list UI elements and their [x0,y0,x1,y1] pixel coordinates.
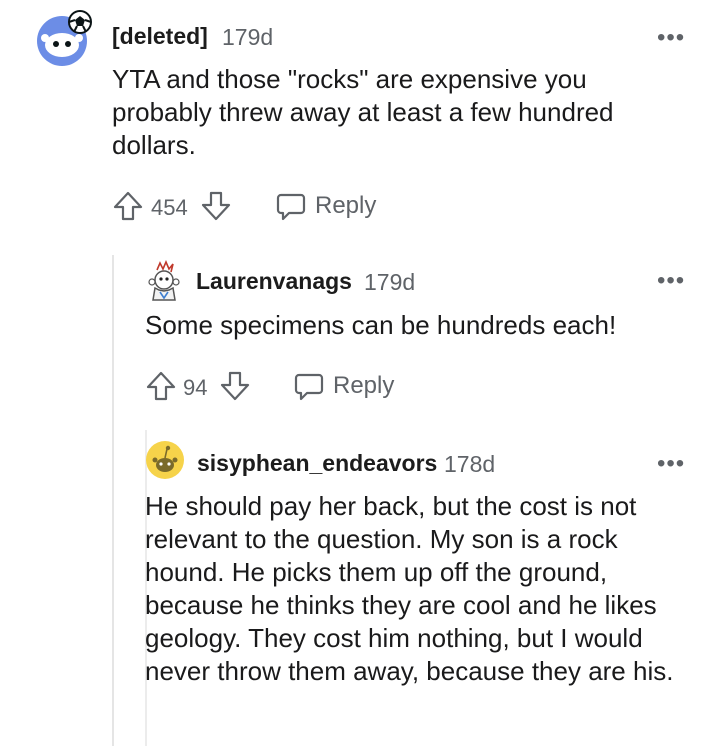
upvote-button[interactable] [145,370,177,402]
downvote-arrow-icon [201,191,231,221]
custom-avatar-icon [148,260,180,301]
upvote-arrow-icon [113,191,143,221]
downvote-button[interactable] [219,370,251,402]
more-options-icon[interactable]: ••• [657,26,685,50]
comment-age: 179d [222,24,274,50]
reply-bubble-icon [276,193,306,221]
downvote-button[interactable] [200,190,232,222]
vote-count: 454 [151,195,188,220]
upvote-button[interactable] [112,190,144,222]
reply-label: Reply [333,372,395,399]
comment-author[interactable]: Laurenvanags [196,268,352,295]
comment-author[interactable]: sisyphean_endeavors [197,450,437,477]
snoo-avatar-icon [37,10,92,66]
upvote-arrow-icon [146,371,176,401]
comment-body: Some specimens can be hundreds each! [145,310,617,340]
comment-age: 178d [444,451,496,477]
vote-count: 94 [183,375,208,400]
comment-author[interactable]: [deleted] [112,23,208,50]
reply-button[interactable]: Reply [275,190,385,224]
avatar[interactable] [145,440,185,480]
avatar[interactable] [146,260,182,302]
comment-age: 179d [364,269,416,295]
comment-body: YTA and those "rocks" are expensive you … [112,64,614,160]
avatar[interactable] [34,8,94,68]
reply-bubble-icon [294,373,324,401]
reply-label: Reply [315,192,377,219]
more-options-icon[interactable]: ••• [657,452,685,476]
comment-body: He should pay her back, but the cost is … [145,491,674,686]
snoo-yellow-avatar-icon [146,441,184,479]
thread-line-level-1[interactable] [112,255,114,746]
more-options-icon[interactable]: ••• [657,269,685,293]
downvote-arrow-icon [220,371,250,401]
reply-button[interactable]: Reply [293,370,403,404]
